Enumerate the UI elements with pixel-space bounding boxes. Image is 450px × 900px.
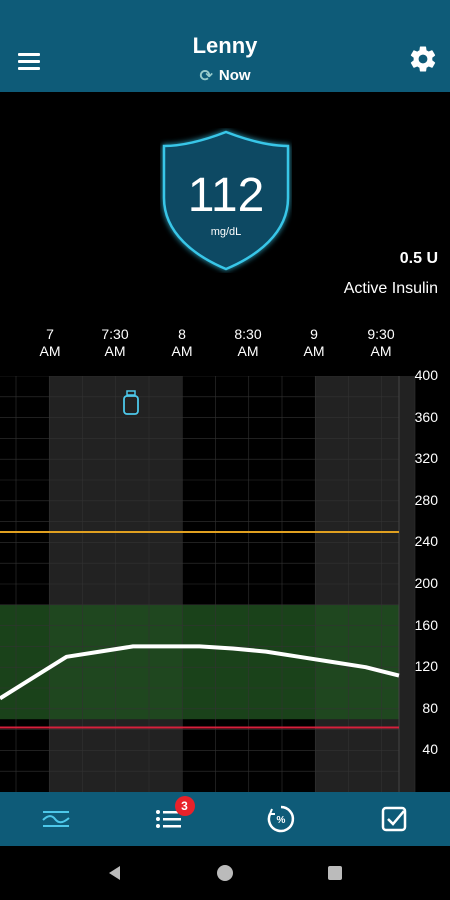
refresh-icon[interactable]: ⟳: [199, 66, 212, 86]
y-tick-label: 280: [414, 491, 438, 508]
recents-button[interactable]: [320, 858, 350, 888]
y-tick-label: 80: [422, 699, 438, 716]
recents-square-icon: [328, 866, 342, 880]
tab-trend[interactable]: [0, 792, 113, 846]
system-navigation-bar: [0, 846, 450, 900]
time-tick-label: 7 AM: [39, 326, 61, 359]
y-tick-label: 160: [414, 616, 438, 633]
y-tick-label: 400: [414, 367, 438, 383]
y-tick-label: 40: [422, 741, 438, 758]
glucose-chart[interactable]: [0, 376, 450, 792]
y-tick-label: 320: [414, 450, 438, 467]
notification-badge: 3: [174, 796, 195, 816]
time-tick-label: 8 AM: [171, 326, 193, 359]
trend-icon: [42, 811, 70, 827]
tab-checklist[interactable]: [338, 792, 450, 846]
time-tick-label: 8:30 AM: [234, 326, 262, 359]
app-header: Lenny ⟳ Now: [0, 0, 450, 92]
home-button[interactable]: [210, 858, 240, 888]
y-tick-label: 200: [414, 575, 438, 591]
time-tick-label: 7:30 AM: [101, 326, 129, 359]
glucose-reading: 112: [187, 169, 265, 222]
active-insulin-label: Active Insulin: [343, 280, 438, 297]
patient-name: Lenny: [192, 33, 258, 58]
gear-icon: [410, 46, 436, 72]
home-circle-icon: [217, 865, 233, 881]
settings-gear-icon[interactable]: [408, 44, 438, 74]
tab-time-in-range[interactable]: %: [225, 792, 338, 846]
glucose-unit: mg/dL: [210, 226, 242, 238]
time-tick-label: 9 AM: [303, 326, 325, 359]
bottom-navigation: 3 %: [0, 792, 450, 846]
checklist-icon: [381, 806, 406, 832]
y-tick-label: 360: [414, 408, 438, 425]
tab-log[interactable]: 3: [113, 792, 226, 846]
time-tick-label: 9:30 AM: [367, 326, 395, 359]
sync-status: ⟳ Now: [0, 66, 450, 86]
y-tick-label: 240: [414, 533, 438, 550]
y-tick-label: 120: [414, 658, 438, 675]
sync-status-text: Now: [218, 67, 251, 84]
percent-time-icon: %: [267, 805, 295, 833]
back-triangle-icon: [109, 866, 120, 880]
active-insulin-value: 0.5 U: [399, 250, 438, 267]
svg-text:%: %: [277, 815, 286, 826]
back-button[interactable]: [100, 858, 130, 888]
